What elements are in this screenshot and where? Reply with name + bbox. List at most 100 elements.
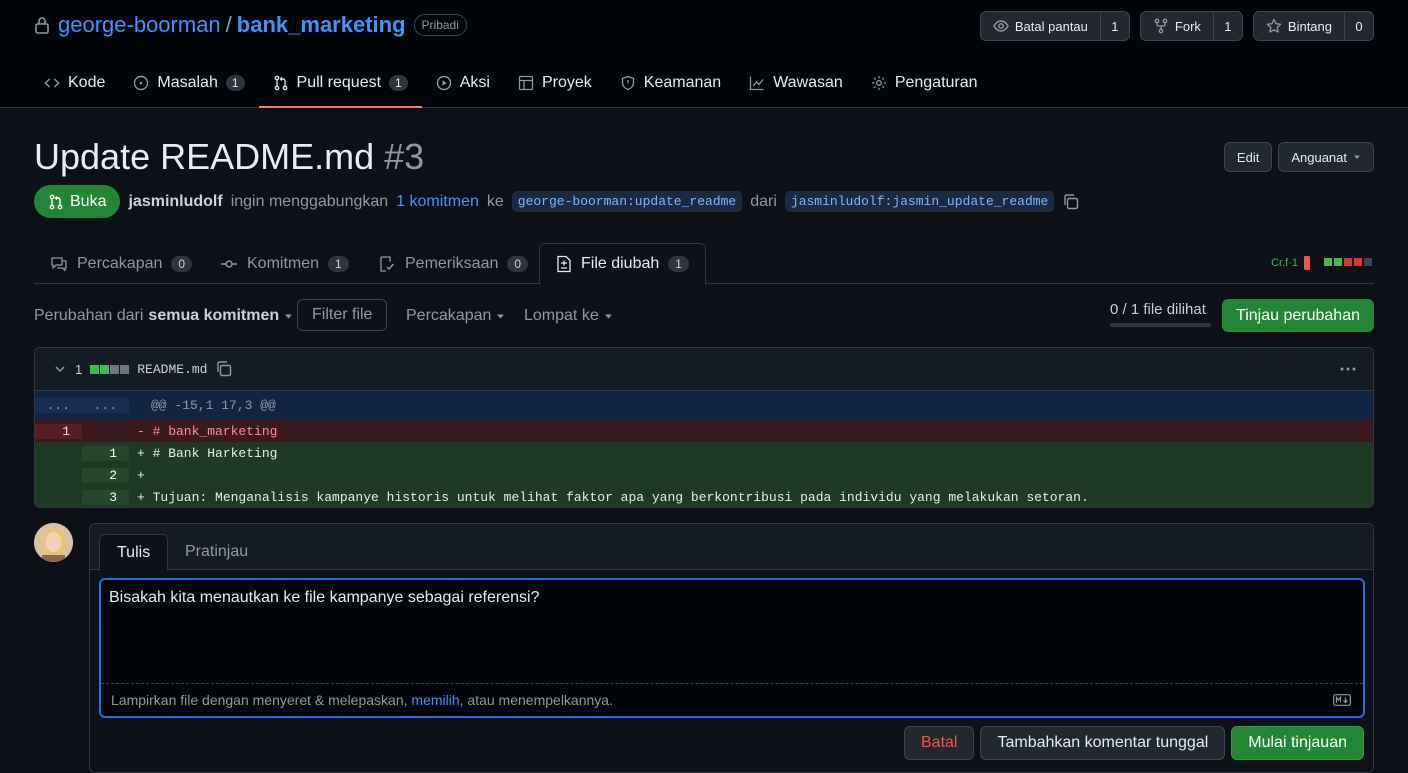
fork-count[interactable]: 1 [1212, 12, 1242, 40]
meta-wants-text: ingin menggabungkan [230, 192, 389, 210]
comment-textarea[interactable]: Bisakah kita menautkan ke file kampanye … [101, 580, 1363, 684]
write-label: Tulis [117, 543, 151, 561]
pr-author-link[interactable]: jasminludolf [128, 193, 222, 211]
cancel-button[interactable]: Batal [904, 726, 975, 760]
pr-state-badge: Buka [34, 185, 121, 218]
start-review-button[interactable]: Mulai tinjauan [1231, 726, 1364, 760]
new-line-number[interactable]: 1 [82, 445, 129, 461]
code-icon [44, 75, 60, 91]
tab-conversation[interactable]: Percakapan 0 [34, 243, 208, 284]
comment-actions: Batal Tambahkan komentar tunggal Mulai t… [904, 726, 1364, 760]
tab-checks-label: Pemeriksaan [405, 254, 499, 272]
jump-label: Lompat ke [524, 306, 599, 324]
choose-files-link[interactable]: memilih [411, 692, 459, 708]
avatar [34, 523, 73, 562]
repo-owner-link[interactable]: george-boorman [58, 12, 221, 38]
chevron-down-icon[interactable] [53, 362, 67, 376]
pr-tabs: Percakapan 0 Komitmen 1 Pemeriksaan 0 Fi… [34, 243, 1374, 285]
pr-title-text: Update README.md [34, 136, 375, 177]
attach-hint: Lampirkan file dengan menyeret & melepas… [101, 683, 1363, 716]
repo-name-link[interactable]: bank_marketing [237, 12, 406, 38]
tab-conversation-label: Percakapan [77, 254, 163, 272]
conversations-label: Percakapan [406, 306, 492, 324]
single-comment-label: Tambahkan komentar tunggal [997, 734, 1209, 751]
unwatch-button[interactable]: Batal pantau 1 [979, 11, 1130, 41]
fork-button[interactable]: Fork 1 [1139, 11, 1243, 41]
tab-pull-requests[interactable]: Pull request 1 [258, 62, 422, 108]
tab-write[interactable]: Tulis [99, 534, 169, 571]
viewed-progress-bar [1110, 323, 1211, 327]
caret-down-icon [496, 312, 505, 320]
tab-insights-label: Wawasan [773, 74, 843, 91]
hunk-text: @@ -15,1 17,3 @@ [151, 398, 276, 413]
commits-link[interactable]: 1 komitmen [396, 193, 479, 211]
tab-actions[interactable]: Aksi [422, 62, 504, 104]
more-options-icon[interactable] [1339, 362, 1357, 376]
tab-preview[interactable]: Pratinjau [168, 534, 265, 570]
shield-icon [620, 75, 636, 91]
file-change-count: 1 [75, 361, 83, 377]
changes-from-dropdown[interactable]: Perubahan dari semua komitmen [34, 299, 293, 332]
star-button[interactable]: Bintang 0 [1252, 11, 1374, 41]
visibility-badge: Pribadi [413, 14, 467, 36]
hunk-new-expander[interactable]: ... [82, 398, 129, 413]
files-viewed-label: 0 / 1 file dilihat [1110, 301, 1206, 318]
new-line-number[interactable]: 2 [82, 467, 129, 483]
file-diff: 1 README.md ... ... @@ -15,1 17,3 @@ 1 -… [34, 347, 1374, 508]
attach-suffix: , atau menempelkannya. [459, 692, 613, 708]
jump-to-dropdown[interactable]: Lompat ke [524, 299, 613, 332]
caret-down-icon [1353, 153, 1361, 161]
tab-commits-label: Komitmen [247, 254, 320, 272]
tab-issues[interactable]: Masalah 1 [119, 62, 258, 104]
tab-security[interactable]: Keamanan [606, 62, 735, 104]
checklist-icon [378, 255, 396, 273]
tab-code[interactable]: Kode [30, 62, 119, 104]
repo-breadcrumb: george-boorman / bank_marketing Pribadi [34, 10, 467, 40]
pull-request-icon [48, 194, 64, 210]
copy-icon[interactable] [1062, 193, 1080, 211]
meta-into-text: ke [486, 192, 504, 210]
tab-files-changed[interactable]: File diubah 1 [539, 243, 706, 285]
copy-icon[interactable] [215, 360, 233, 378]
filter-files-button[interactable]: Filter file [297, 299, 388, 331]
new-line-number[interactable]: 3 [82, 489, 129, 505]
fork-label: Fork [1174, 18, 1201, 34]
file-header: 1 README.md [35, 348, 1373, 391]
diff-stats: Cr.f·1 [1271, 256, 1374, 270]
star-icon [1266, 18, 1282, 34]
add-single-comment-button[interactable]: Tambahkan komentar tunggal [980, 726, 1226, 760]
markdown-icon[interactable] [1333, 694, 1351, 706]
tab-projects[interactable]: Proyek [504, 62, 606, 104]
fork-icon [1153, 18, 1169, 34]
tab-insights[interactable]: Wawasan [735, 62, 857, 104]
base-branch[interactable]: george-boorman:update_readme [511, 191, 743, 212]
comment-editor: Bisakah kita menautkan ke file kampanye … [99, 578, 1365, 718]
old-line-number[interactable]: 1 [35, 423, 82, 439]
pr-meta: Buka jasminludolf ingin menggabungkan 1 … [34, 185, 1080, 218]
conversation-count: 0 [171, 255, 193, 272]
edit-label: Edit [1236, 149, 1260, 165]
lock-icon [34, 16, 50, 34]
hunk-header: ... ... @@ -15,1 17,3 @@ [35, 391, 1373, 420]
file-name[interactable]: README.md [137, 362, 207, 377]
issues-count: 1 [225, 75, 245, 91]
repo-nav: Kode Masalah 1 Pull request 1 Aksi Proye… [30, 62, 992, 108]
hunk-old-expander[interactable]: ... [35, 398, 82, 413]
code-dropdown-button[interactable]: Anguanat [1278, 142, 1374, 172]
tab-settings[interactable]: Pengaturan [857, 62, 992, 104]
tab-actions-label: Aksi [459, 74, 490, 91]
tab-checks[interactable]: Pemeriksaan 0 [362, 243, 544, 284]
review-changes-button[interactable]: Tinjau perubahan [1222, 299, 1374, 332]
breadcrumb-separator: / [225, 12, 232, 37]
conversations-dropdown[interactable]: Percakapan [406, 299, 505, 332]
comment-box: Tulis Pratinjau Bisakah kita menautkan k… [89, 523, 1374, 773]
star-count[interactable]: 0 [1344, 12, 1373, 40]
diff-line-added: 2 + [35, 464, 1373, 486]
tab-security-label: Keamanan [643, 74, 722, 91]
cancel-label: Batal [921, 734, 958, 751]
head-branch[interactable]: jasminludolf:jasmin_update_readme [784, 191, 1055, 212]
watch-count[interactable]: 1 [1099, 12, 1129, 40]
edit-title-button[interactable]: Edit [1223, 142, 1273, 172]
pulls-count: 1 [389, 75, 408, 91]
tab-commits[interactable]: Komitmen 1 [204, 243, 365, 284]
